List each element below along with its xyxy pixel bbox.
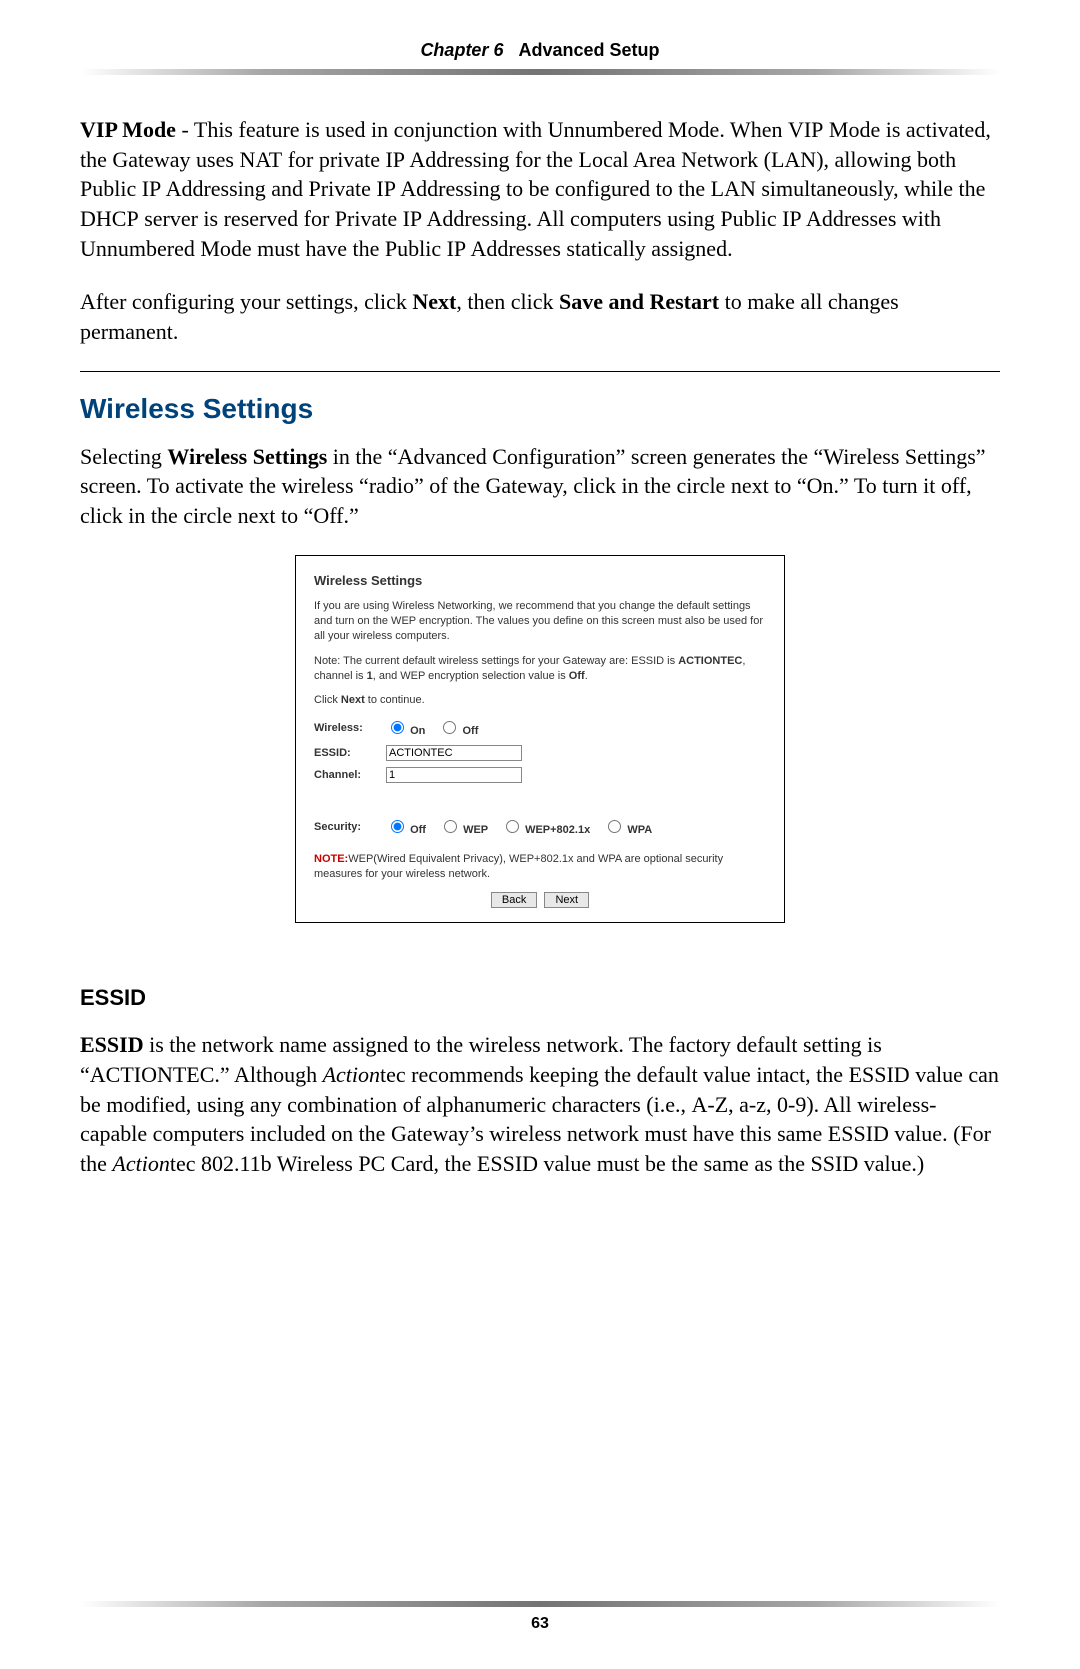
wireless-label: Wireless: (314, 721, 386, 736)
header-rule (80, 69, 1000, 75)
page-number: 63 (80, 1615, 1000, 1633)
wireless-row: Wireless: On Off (314, 718, 766, 739)
security-off-radio[interactable] (391, 820, 404, 833)
page-footer: 63 (80, 1601, 1000, 1633)
channel-row: Channel: (314, 767, 766, 783)
panel-button-row: Back Next (314, 892, 766, 908)
wireless-settings-heading: Wireless Settings (80, 390, 1000, 428)
panel-intro-1: If you are using Wireless Networking, we… (314, 599, 766, 644)
security-wpa-radio[interactable] (608, 820, 621, 833)
wireless-off-label: Off (462, 725, 478, 737)
security-wep8021x-option[interactable]: WEP+802.1x (501, 824, 593, 836)
wireless-on-option[interactable]: On (386, 725, 428, 737)
panel-intro-3: Click Next to continue. (314, 693, 766, 708)
security-wpa-label: WPA (627, 824, 652, 836)
chapter-header: Chapter 6 Advanced Setup (80, 40, 1000, 61)
page: Chapter 6 Advanced Setup VIP Mode - This… (0, 0, 1080, 1669)
next-button[interactable]: Next (544, 892, 589, 908)
wireless-on-radio[interactable] (391, 721, 404, 734)
wireless-radio-group: On Off (386, 718, 488, 739)
essid-paragraph: ESSID is the network name assigned to th… (80, 1030, 1000, 1178)
body-text: VIP Mode - This feature is used in conju… (80, 115, 1000, 1179)
essid-input[interactable] (386, 745, 522, 761)
chapter-label: Chapter 6 (420, 40, 503, 60)
security-off-label: Off (410, 824, 426, 836)
security-wpa-option[interactable]: WPA (603, 824, 652, 836)
essid-heading: ESSID (80, 983, 1000, 1013)
channel-input[interactable] (386, 767, 522, 783)
security-radio-group: Off WEP WEP+802.1x WPA (386, 817, 662, 838)
panel-title: Wireless Settings (314, 572, 766, 590)
essid-label: ESSID: (314, 746, 386, 761)
security-wep8021x-radio[interactable] (506, 820, 519, 833)
footer-rule (80, 1601, 1000, 1607)
panel-security-note: NOTE:WEP(Wired Equivalent Privacy), WEP+… (314, 852, 766, 882)
security-wep8021x-label: WEP+802.1x (525, 824, 590, 836)
wireless-intro-paragraph: Selecting Wireless Settings in the “Adva… (80, 442, 1000, 531)
security-row: Security: Off WEP WEP+802.1x (314, 817, 766, 838)
wireless-on-label: On (410, 725, 425, 737)
wireless-off-radio[interactable] (443, 721, 456, 734)
vip-mode-paragraph: VIP Mode - This feature is used in conju… (80, 115, 1000, 263)
back-button[interactable]: Back (491, 892, 537, 908)
wireless-off-option[interactable]: Off (438, 725, 478, 737)
essid-row: ESSID: (314, 745, 766, 761)
after-config-paragraph: After configuring your settings, click N… (80, 287, 1000, 346)
security-wep-radio[interactable] (444, 820, 457, 833)
security-label: Security: (314, 820, 386, 835)
channel-label: Channel: (314, 768, 386, 783)
security-off-option[interactable]: Off (386, 824, 429, 836)
panel-intro-2: Note: The current default wireless setti… (314, 654, 766, 684)
security-wep-label: WEP (463, 824, 488, 836)
panel-container: Wireless Settings If you are using Wirel… (80, 555, 1000, 923)
wireless-settings-panel: Wireless Settings If you are using Wirel… (295, 555, 785, 923)
section-rule (80, 371, 1000, 372)
security-wep-option[interactable]: WEP (439, 824, 491, 836)
chapter-title: Advanced Setup (519, 40, 660, 60)
